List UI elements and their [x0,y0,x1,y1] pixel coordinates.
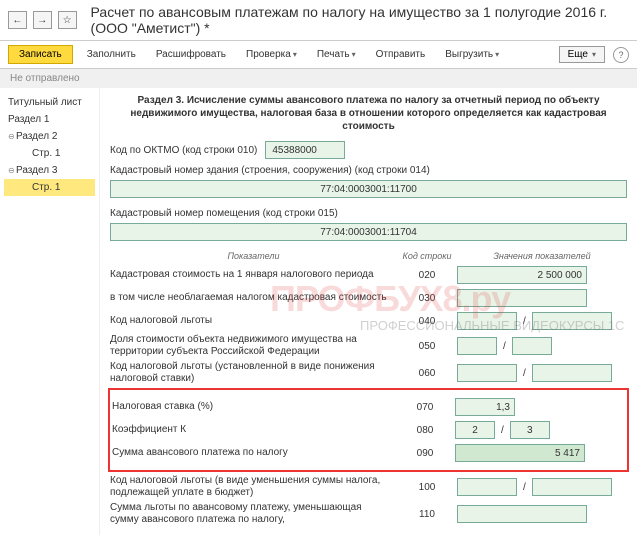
nav-back[interactable]: ← [8,11,27,29]
row-060-v2[interactable] [532,364,612,382]
row-100-label: Код налоговой льготы (в виде уменьшения … [110,475,397,499]
save-button[interactable]: Записать [8,45,73,64]
kad-room-label: Кадастровый номер помещения (код строки … [110,208,627,219]
sidebar: Титульный лист Раздел 1 ⊖Раздел 2 Стр. 1… [0,88,100,535]
row-080-label: Коэффициент К [112,424,395,436]
col-code: Код строки [397,251,457,261]
kad-building-label: Кадастровый номер здания (строения, соор… [110,165,627,176]
sidebar-item-section3-page1[interactable]: Стр. 1 [4,179,95,196]
status-bar: Не отправлено [0,69,637,88]
print-button[interactable]: Печать▾ [311,46,362,63]
section-title: Раздел 3. Исчисление суммы авансового пл… [110,94,627,133]
collapse-icon: ⊖ [8,132,16,141]
row-100-code: 100 [397,482,457,493]
row-070-code: 070 [395,402,455,413]
row-020-code: 020 [397,270,457,281]
row-090-code: 090 [395,448,455,459]
content-area: ПРОФБУХ8.ру ПРОФЕССИОНАЛЬНЫЕ ВИДЕОКУРСЫ … [100,88,637,535]
row-040-v1[interactable] [457,312,517,330]
help-icon[interactable]: ? [613,47,629,63]
sidebar-item-section1[interactable]: Раздел 1 [4,111,95,128]
row-110-label: Сумма льготы по авансовому платежу, умен… [110,502,397,526]
row-110-code: 110 [397,509,457,520]
row-090-label: Сумма авансового платежа по налогу [112,447,395,459]
kad-building-value[interactable]: 77:04:0003001:11700 [110,180,627,198]
row-060-label: Код налоговой льготы (установленной в ви… [110,361,397,385]
page-title: Расчет по авансовым платежам по налогу н… [91,4,629,36]
row-040-v2[interactable] [532,312,612,330]
upload-button[interactable]: Выгрузить▾ [439,46,505,63]
sidebar-item-title-page[interactable]: Титульный лист [4,94,95,111]
row-060-code: 060 [397,368,457,379]
col-values: Значения показателей [457,251,627,261]
kad-room-value[interactable]: 77:04:0003001:11704 [110,223,627,241]
collapse-icon: ⊖ [8,166,16,175]
col-indicators: Показатели [110,251,397,261]
decode-button[interactable]: Расшифровать [150,46,232,63]
row-070-value[interactable]: 1,3 [455,398,515,416]
send-button[interactable]: Отправить [370,46,432,63]
oktmo-label: Код по ОКТМО (код строки 010) [110,145,257,156]
row-080-v2[interactable]: 3 [510,421,550,439]
sidebar-item-section2[interactable]: ⊖Раздел 2 [4,128,95,145]
row-110-value[interactable] [457,505,587,523]
row-070-label: Налоговая ставка (%) [112,401,395,413]
highlighted-section: Налоговая ставка (%) 070 1,3 Коэффициент… [108,388,629,472]
row-080-code: 080 [395,425,455,436]
nav-star[interactable]: ☆ [58,11,77,29]
fill-button[interactable]: Заполнить [81,46,142,63]
row-100-v1[interactable] [457,478,517,496]
row-020-value[interactable]: 2 500 000 [457,266,587,284]
row-100-v2[interactable] [532,478,612,496]
row-030-value[interactable] [457,289,587,307]
row-050-v1[interactable] [457,337,497,355]
more-button[interactable]: Еще▾ [559,46,605,63]
row-090-value[interactable]: 5 417 [455,444,585,462]
row-050-label: Доля стоимости объекта недвижимого имуще… [110,334,397,358]
row-040-code: 040 [397,316,457,327]
row-040-label: Код налоговой льготы [110,315,397,327]
row-050-v2[interactable] [512,337,552,355]
row-020-label: Кадастровая стоимость на 1 января налого… [110,269,397,281]
oktmo-value[interactable]: 45388000 [265,141,345,159]
row-080-v1[interactable]: 2 [455,421,495,439]
sidebar-item-section3[interactable]: ⊖Раздел 3 [4,162,95,179]
row-030-code: 030 [397,293,457,304]
nav-forward[interactable]: → [33,11,52,29]
check-button[interactable]: Проверка▾ [240,46,303,63]
row-060-v1[interactable] [457,364,517,382]
row-030-label: в том числе необлагаемая налогом кадастр… [110,292,397,304]
sidebar-item-section2-page1[interactable]: Стр. 1 [4,145,95,162]
row-050-code: 050 [397,341,457,352]
